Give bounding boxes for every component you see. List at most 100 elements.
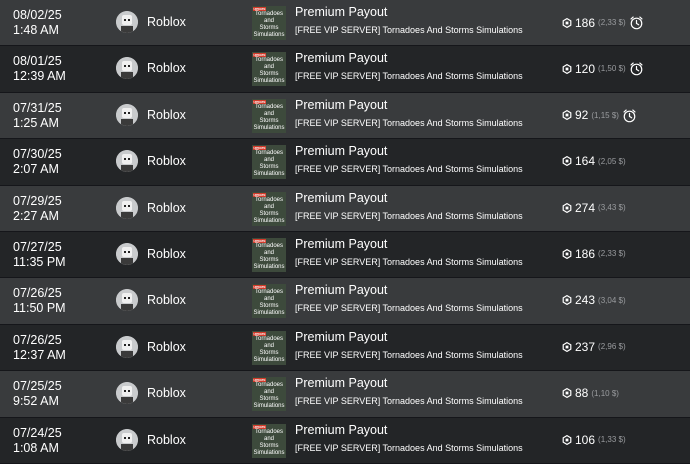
roblox-avatar-icon[interactable] — [116, 242, 138, 265]
place-name[interactable]: [FREE VIP SERVER] Tornadoes And Storms S… — [295, 443, 523, 453]
robux-value: 120 — [575, 61, 596, 76]
thumbnail-line: Simulations — [253, 78, 285, 85]
robux-icon — [562, 156, 572, 167]
thumbnail-line: and — [263, 249, 274, 256]
user-name[interactable]: Roblox — [147, 293, 186, 307]
place-thumbnail[interactable]: UPDATE Tornadoes and Storms Simulations — [252, 52, 286, 87]
roblox-avatar-icon[interactable] — [116, 11, 138, 33]
time-text: 2:07 AM — [13, 162, 59, 177]
thumbnail-line: Storms — [259, 303, 279, 310]
robux-value: 88 — [575, 386, 589, 401]
thumbnail-line: Simulations — [253, 449, 285, 456]
thumbnail-line: and — [263, 435, 274, 442]
transaction-date: 07/27/25 11:35 PM — [13, 240, 66, 270]
place-thumbnail[interactable]: UPDATE Tornadoes and Storms Simulations — [252, 191, 286, 226]
robux-value: 274 — [575, 200, 596, 215]
transactions-list: 08/02/25 1:48 AM Roblox UPDATE Tornadoes… — [0, 0, 690, 464]
transaction-amount: 274 (3,43 $) — [562, 201, 626, 215]
transaction-title: Premium Payout — [295, 376, 388, 391]
roblox-avatar-icon[interactable] — [116, 57, 138, 80]
transaction-row: 07/29/25 2:27 AM Roblox UPDATE Tornadoes… — [0, 185, 690, 232]
robux-value: 164 — [575, 154, 596, 169]
place-name[interactable]: [FREE VIP SERVER] Tornadoes And Storms S… — [295, 396, 523, 406]
place-thumbnail[interactable]: UPDATE Tornadoes and Storms Simulations — [252, 330, 286, 365]
place-thumbnail[interactable]: UPDATE Tornadoes and Storms Simulations — [252, 284, 286, 319]
usd-value: (2,05 $) — [598, 156, 626, 166]
thumbnail-line: and — [263, 389, 274, 396]
user-name[interactable]: Roblox — [147, 386, 186, 400]
place-thumbnail[interactable]: UPDATE Tornadoes and Storms Simulations — [252, 377, 286, 412]
transaction-date: 07/25/25 9:52 AM — [13, 379, 62, 409]
user-name[interactable]: Roblox — [147, 61, 186, 75]
thumbnail-line: Tornadoes — [254, 57, 284, 64]
roblox-avatar-icon[interactable] — [116, 289, 138, 312]
thumbnail-line: Tornadoes — [254, 428, 284, 435]
place-name[interactable]: [FREE VIP SERVER] Tornadoes And Storms S… — [295, 211, 523, 221]
transaction-amount: 243 (3,04 $) — [562, 293, 626, 307]
transaction-row: 08/01/25 12:39 AM Roblox UPDATE Tornadoe… — [0, 46, 690, 93]
date-text: 07/25/25 — [13, 379, 62, 394]
usd-value: (1,15 $) — [591, 110, 619, 120]
user-name[interactable]: Roblox — [147, 340, 186, 354]
thumbnail-line: Tornadoes — [254, 150, 284, 157]
time-text: 1:48 AM — [13, 23, 59, 37]
place-name[interactable]: [FREE VIP SERVER] Tornadoes And Storms S… — [295, 25, 523, 35]
robux-value: 186 — [575, 15, 596, 30]
thumbnail-text: Tornadoes and Storms Simulations — [252, 11, 286, 39]
transaction-amount: 88 (1,10 $) — [562, 386, 619, 400]
thumbnail-line: and — [263, 203, 274, 210]
transaction-title: Premium Payout — [295, 190, 388, 205]
transaction-date: 07/24/25 1:08 AM — [13, 426, 62, 456]
transaction-date: 07/26/25 12:37 AM — [13, 333, 66, 363]
place-thumbnail[interactable]: UPDATE Tornadoes and Storms Simulations — [252, 6, 286, 40]
thumbnail-line: Storms — [259, 442, 279, 449]
user-name[interactable]: Roblox — [147, 201, 186, 215]
place-name[interactable]: [FREE VIP SERVER] Tornadoes And Storms S… — [295, 164, 523, 174]
transaction-row: 07/31/25 1:25 AM Roblox UPDATE Tornadoes… — [0, 92, 690, 140]
place-thumbnail[interactable]: UPDATE Tornadoes and Storms Simulations — [252, 98, 286, 133]
thumbnail-line: Simulations — [253, 310, 285, 317]
place-name[interactable]: [FREE VIP SERVER] Tornadoes And Storms S… — [295, 350, 523, 360]
place-thumbnail[interactable]: UPDATE Tornadoes and Storms Simulations — [252, 237, 286, 272]
place-name[interactable]: [FREE VIP SERVER] Tornadoes And Storms S… — [295, 257, 523, 267]
thumbnail-line: Storms — [259, 164, 279, 171]
user-name[interactable]: Roblox — [147, 154, 186, 168]
place-name[interactable]: [FREE VIP SERVER] Tornadoes And Storms S… — [295, 303, 523, 313]
time-text: 9:52 AM — [13, 394, 59, 409]
thumbnail-text: Tornadoes and Storms Simulations — [252, 150, 286, 178]
user-name[interactable]: Roblox — [147, 247, 186, 261]
transaction-title: Premium Payout — [295, 236, 388, 251]
thumbnail-line: Storms — [259, 210, 279, 217]
transaction-date: 08/02/25 1:48 AM — [13, 8, 62, 38]
time-text: 11:50 PM — [13, 301, 66, 316]
clock-icon — [630, 16, 643, 30]
transaction-amount: 237 (2,96 $) — [562, 340, 626, 354]
roblox-avatar-icon[interactable] — [116, 382, 138, 405]
robux-icon — [562, 388, 572, 399]
user-name[interactable]: Roblox — [147, 433, 186, 447]
transaction-row: 07/30/25 2:07 AM Roblox UPDATE Tornadoes… — [0, 139, 690, 186]
user-name[interactable]: Roblox — [147, 108, 186, 122]
roblox-avatar-icon[interactable] — [116, 103, 138, 126]
roblox-avatar-icon[interactable] — [116, 428, 138, 451]
transaction-title: Premium Payout — [295, 144, 388, 159]
robux-icon — [562, 341, 572, 352]
place-name[interactable]: [FREE VIP SERVER] Tornadoes And Storms S… — [295, 71, 523, 81]
thumbnail-line: Simulations — [253, 217, 285, 224]
user-name[interactable]: Roblox — [147, 15, 186, 29]
roblox-avatar-icon[interactable] — [116, 150, 138, 173]
place-thumbnail[interactable]: UPDATE Tornadoes and Storms Simulations — [252, 145, 286, 180]
thumbnail-line: Simulations — [253, 263, 285, 270]
roblox-avatar-icon[interactable] — [116, 335, 138, 358]
date-text: 07/31/25 — [13, 100, 62, 115]
transaction-date: 08/01/25 12:39 AM — [13, 54, 66, 84]
place-thumbnail[interactable]: UPDATE Tornadoes and Storms Simulations — [252, 423, 286, 458]
thumbnail-line: Tornadoes — [254, 103, 284, 110]
place-name[interactable]: [FREE VIP SERVER] Tornadoes And Storms S… — [295, 118, 523, 128]
robux-value: 186 — [575, 246, 596, 261]
roblox-avatar-icon[interactable] — [116, 196, 138, 219]
time-text: 1:08 AM — [13, 440, 59, 455]
thumbnail-line: and — [263, 342, 274, 349]
transaction-row: 08/02/25 1:48 AM Roblox UPDATE Tornadoes… — [0, 0, 690, 47]
time-text: 12:39 AM — [13, 69, 66, 84]
